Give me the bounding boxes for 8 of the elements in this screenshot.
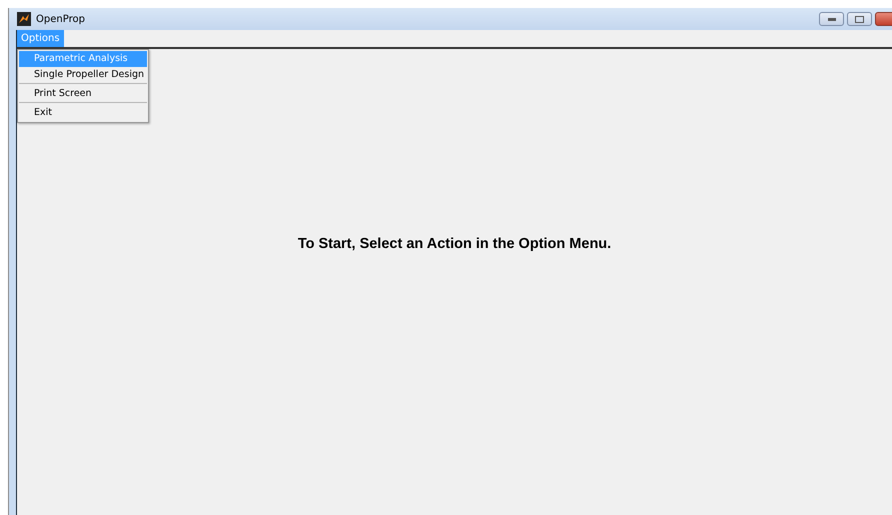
instruction-text: To Start, Select an Action in the Option Menu. xyxy=(298,236,612,254)
maximize-button[interactable] xyxy=(847,12,872,26)
window-title: OpenProp xyxy=(36,14,85,24)
menu-option[interactable]: Print Screen xyxy=(19,86,147,103)
minimize-button[interactable] xyxy=(819,12,844,26)
menu-option[interactable]: Exit xyxy=(19,105,147,121)
app-icon xyxy=(17,12,31,26)
menu-option[interactable]: Single Propeller Design xyxy=(19,67,147,84)
